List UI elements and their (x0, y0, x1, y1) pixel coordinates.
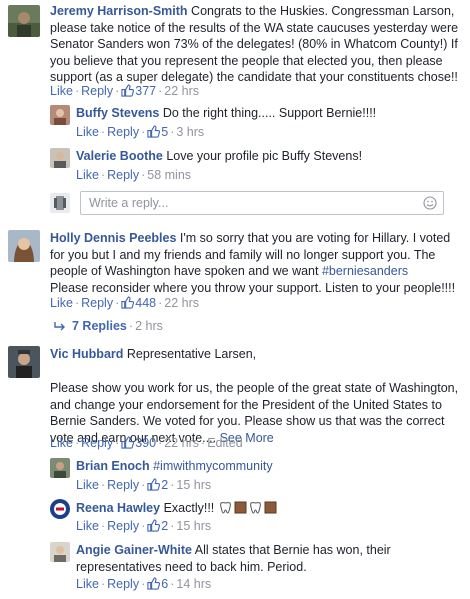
like-link[interactable]: Like (76, 168, 99, 182)
comment-body: Jeremy Harrison-Smith Congrats to the Hu… (50, 3, 462, 86)
timestamp[interactable]: 22 hrs (164, 296, 199, 310)
like-link[interactable]: Like (50, 296, 73, 310)
comment-body: Valerie Boothe Love your profile pic Buf… (76, 148, 462, 165)
timestamp[interactable]: 22 hrs (164, 84, 199, 98)
reply-link[interactable]: Reply (81, 296, 113, 310)
comment-actions: Like · Reply · 58 mins (76, 168, 192, 182)
like-link[interactable]: Like (76, 478, 99, 492)
comment-text-continued: Please reconsider where you throw your s… (50, 280, 456, 295)
like-link[interactable]: Like (50, 84, 73, 98)
tooth-icon (219, 502, 231, 514)
reply-link[interactable]: Reply (107, 168, 139, 182)
like-link[interactable]: Like (76, 577, 99, 591)
view-replies-label[interactable]: 7 Replies (72, 319, 127, 333)
box-icon (264, 501, 277, 514)
comment-author[interactable]: Reena Hawley (76, 501, 160, 515)
comment-author[interactable]: Valerie Boothe (76, 149, 163, 163)
reply-link[interactable]: Reply (107, 125, 139, 139)
comment-text: Love your profile pic Buffy Stevens! (166, 149, 363, 163)
like-count[interactable]: 448 (135, 296, 156, 310)
comment-author[interactable]: Vic Hubbard (50, 347, 123, 361)
comment-author[interactable]: Brian Enoch (76, 459, 150, 473)
reply-link[interactable]: Reply (107, 577, 139, 591)
edited-label[interactable]: Edited (207, 436, 242, 450)
avatar[interactable] (50, 148, 70, 168)
comment-author[interactable]: Angie Gainer-White (76, 543, 192, 557)
like-icon (147, 125, 161, 138)
like-icon (121, 436, 135, 449)
comment-body: Reena Hawley Exactly!!! (76, 500, 462, 517)
comment-actions: Like · Reply · 448 · 22 hrs (50, 296, 200, 310)
avatar[interactable] (8, 346, 40, 378)
like-link[interactable]: Like (50, 436, 73, 450)
avatar[interactable] (8, 5, 40, 37)
timestamp[interactable]: 15 hrs (176, 478, 211, 492)
comment-actions: Like · Reply · 5 · 3 hrs (76, 125, 205, 139)
reply-input[interactable]: Write a reply... (80, 191, 444, 215)
like-link[interactable]: Like (76, 125, 99, 139)
timestamp[interactable]: 58 mins (147, 168, 191, 182)
reply-link[interactable]: Reply (81, 84, 113, 98)
reply-link[interactable]: Reply (107, 478, 139, 492)
comment-body: Vic Hubbard Representative Larsen, (50, 346, 462, 363)
comment-text: Representative Larsen, (126, 347, 257, 361)
hashtag-link[interactable]: #berniesanders (322, 264, 408, 278)
tooth-icon (249, 502, 261, 514)
like-icon (147, 478, 161, 491)
comment-text: Exactly!!! (163, 501, 215, 515)
timestamp[interactable]: 3 hrs (176, 125, 204, 139)
reply-arrow-icon (54, 322, 65, 331)
timestamp[interactable]: 14 hrs (176, 577, 211, 591)
comment-body: Buffy Stevens Do the right thing..... Su… (76, 105, 462, 122)
timestamp[interactable]: 22 hrs (164, 436, 199, 450)
like-count[interactable]: 377 (135, 84, 156, 98)
comment-author[interactable]: Jeremy Harrison-Smith (50, 4, 188, 18)
comment-body: Angie Gainer-White All states that Berni… (76, 542, 462, 575)
comment-actions: Like · Reply · 6 · 14 hrs (76, 577, 212, 591)
reply-placeholder: Write a reply... (89, 196, 169, 210)
box-icon (234, 501, 247, 514)
avatar[interactable] (50, 458, 70, 478)
like-icon (147, 519, 161, 532)
comment-text: Do the right thing..... Support Bernie!!… (162, 106, 377, 120)
avatar[interactable] (50, 105, 70, 125)
avatar[interactable] (50, 542, 70, 562)
hashtag-link[interactable]: #imwithmycommunity (153, 459, 272, 473)
like-count[interactable]: 390 (135, 436, 156, 450)
like-icon (147, 577, 161, 590)
comment-author[interactable]: Holly Dennis Peebles (50, 231, 176, 245)
like-icon (121, 84, 135, 97)
reply-link[interactable]: Reply (107, 519, 139, 533)
reply-link[interactable]: Reply (81, 436, 113, 450)
comment-body: Brian Enoch #imwithmycommunity (76, 458, 462, 475)
comment-actions: Like · Reply · 390 · 22 hrs · Edited (50, 436, 243, 450)
comment-actions: Like · Reply · 377 · 22 hrs (50, 84, 200, 98)
smiley-icon[interactable] (423, 196, 437, 210)
comment-author[interactable]: Buffy Stevens (76, 106, 159, 120)
comment-body: Holly Dennis Peebles I'm so sorry that y… (50, 230, 462, 296)
avatar[interactable] (50, 499, 70, 519)
comment-actions: Like · Reply · 2 · 15 hrs (76, 519, 212, 533)
comment-actions: Like · Reply · 2 · 15 hrs (76, 478, 212, 492)
like-link[interactable]: Like (76, 519, 99, 533)
view-replies-link[interactable]: 7 Replies · 2 hrs (54, 319, 163, 333)
timestamp[interactable]: 15 hrs (176, 519, 211, 533)
timestamp[interactable]: 2 hrs (135, 319, 163, 333)
like-icon (121, 296, 135, 309)
avatar (50, 193, 70, 213)
avatar[interactable] (8, 230, 40, 262)
